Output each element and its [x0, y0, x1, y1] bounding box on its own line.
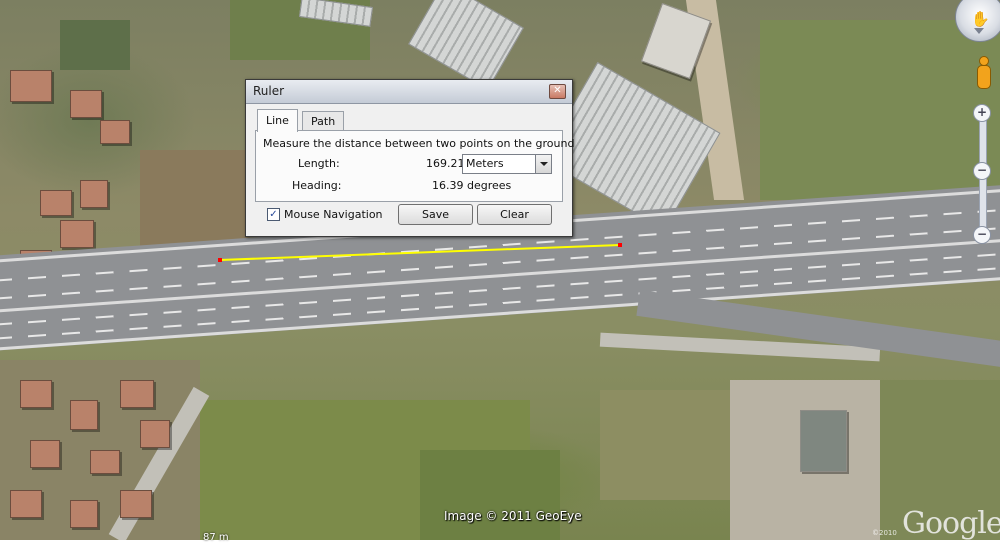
tab-line[interactable]: Line	[257, 109, 298, 132]
clear-button[interactable]: Clear	[477, 204, 552, 225]
ruler-start-point[interactable]	[218, 258, 222, 262]
zoom-in-button[interactable]: +	[973, 104, 991, 122]
unit-select-value: Meters	[466, 157, 504, 170]
length-label: Length:	[298, 157, 340, 170]
heading-value: 16.39 degrees	[432, 179, 512, 192]
unit-select[interactable]: Meters	[462, 154, 552, 174]
street-view-pegman-icon[interactable]	[976, 56, 991, 89]
scale-bar-label: 87 m	[203, 532, 229, 543]
checkmark-icon: ✓	[269, 209, 278, 220]
mouse-navigation-label[interactable]: Mouse Navigation	[284, 208, 383, 221]
zoom-out-button[interactable]: −	[973, 226, 991, 244]
mouse-navigation-checkbox[interactable]: ✓	[267, 208, 280, 221]
pan-down-arrow-icon[interactable]	[974, 28, 984, 34]
save-button[interactable]: Save	[398, 204, 473, 225]
ruler-description: Measure the distance between two points …	[263, 137, 575, 150]
ruler-dialog: Ruler ✕ Line Path Measure the distance b…	[245, 79, 575, 237]
dialog-title: Ruler	[253, 84, 285, 98]
ruler-line	[219, 244, 621, 261]
ruler-end-point[interactable]	[618, 243, 622, 247]
close-icon: ✕	[553, 85, 562, 96]
dialog-titlebar[interactable]: Ruler ✕	[246, 80, 572, 104]
logo-year: ©2010	[872, 529, 897, 537]
hand-icon[interactable]: ✋	[971, 10, 990, 28]
chevron-down-icon[interactable]	[535, 155, 551, 173]
zoom-slider-thumb[interactable]: −	[973, 162, 991, 180]
close-button[interactable]: ✕	[549, 84, 566, 99]
imagery-attribution: Image © 2011 GeoEye	[444, 509, 582, 523]
tab-path[interactable]: Path	[302, 111, 345, 131]
length-value: 169.21	[426, 157, 465, 170]
google-logo: Google	[902, 506, 1000, 541]
heading-label: Heading:	[292, 179, 342, 192]
